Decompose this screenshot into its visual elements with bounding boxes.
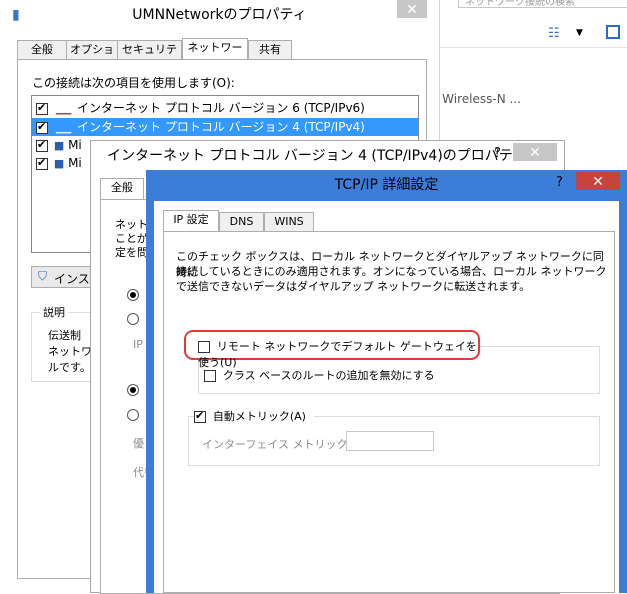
preview-pane-icon[interactable] bbox=[606, 25, 620, 39]
props-titlebar: ▮ UMNNetworkのプロパティ ✕ bbox=[0, 0, 439, 32]
help-icon[interactable]: ? bbox=[556, 168, 563, 198]
shield-icon: ⛉ bbox=[38, 269, 48, 283]
disable-class-route-label: クラス ベースのルートの追加を無効にする bbox=[222, 369, 435, 382]
protocol-icon: ▁▁ bbox=[55, 104, 72, 115]
auto-metric-checkbox[interactable] bbox=[194, 409, 206, 423]
tab-general[interactable]: 全般 bbox=[100, 178, 144, 200]
tab-general[interactable]: 全般 bbox=[17, 40, 67, 60]
tab-label: WINS bbox=[274, 215, 304, 228]
description-header: 説明 bbox=[40, 304, 68, 320]
description-line: ルです。 bbox=[48, 361, 91, 374]
props-title: UMNNetworkのプロパティ bbox=[132, 7, 307, 23]
interface-metric-input[interactable] bbox=[346, 431, 434, 451]
ip-settings-panel: このチェック ボックスは、ローカル ネットワークとダイヤルアップ ネットワークに… bbox=[163, 231, 615, 593]
chevron-down-icon[interactable]: ▼ bbox=[576, 28, 583, 38]
tcpip-advanced-window: TCP/IP 詳細設定 ? ✕ IP 設定 DNS WINS このチェック ボッ… bbox=[146, 170, 627, 593]
toolbar: ☷ ▼ bbox=[430, 22, 627, 48]
interface-metric-label: インターフェイス メトリック(N): bbox=[202, 438, 369, 451]
search-box[interactable]: ネットワーク接続の検索 bbox=[458, 0, 627, 8]
ipv4-titlebar: インターネット プロトコル バージョン 4 (TCP/IPv4)のプロパティ ?… bbox=[91, 141, 564, 171]
help-icon[interactable]: ? bbox=[494, 139, 501, 169]
view-options-icon[interactable]: ☷ bbox=[548, 26, 560, 41]
item-label: インターネット プロトコル バージョン 6 (TCP/IPv6) bbox=[77, 101, 365, 115]
auto-metric-label: 自動メトリック(A) bbox=[212, 410, 306, 423]
search-placeholder: ネットワーク接続の検索 bbox=[465, 0, 575, 8]
tab-sharing[interactable]: 共有 bbox=[248, 40, 292, 60]
tab-label: 共有 bbox=[259, 43, 281, 56]
item-checkbox[interactable] bbox=[36, 138, 48, 152]
network-icon: ▮ bbox=[12, 7, 20, 23]
description-line: で送信できないデータはダイヤルアップ ネットワークに転送されます。 bbox=[176, 280, 531, 293]
list-item[interactable]: ■ Mi bbox=[36, 138, 86, 156]
tab-options[interactable]: オプション bbox=[66, 40, 118, 74]
tab-label: 全般 bbox=[31, 43, 53, 56]
list-item-selected[interactable]: ▁▁ インターネット プロトコル バージョン 4 (TCP/IPv4) bbox=[32, 118, 418, 136]
item-label: インターネット プロトコル バージョン 4 (TCP/IPv4) bbox=[77, 120, 365, 134]
tab-network[interactable]: ネットワーク bbox=[182, 38, 248, 72]
close-icon: ✕ bbox=[592, 174, 604, 190]
item-checkbox[interactable] bbox=[36, 120, 48, 134]
description-line: 接続しているときにのみ適用されます。オンになっている場合、ローカル ネットワーク bbox=[176, 265, 607, 278]
tab-security[interactable]: セキュリティ bbox=[117, 40, 182, 74]
tab-label: IP 設定 bbox=[173, 213, 209, 226]
manual-ip-radio[interactable] bbox=[127, 313, 139, 325]
client-icon: ■ bbox=[53, 157, 65, 170]
default-gateway-row[interactable]: リモート ネットワークでデフォルト ゲートウェイを使う(U) bbox=[198, 338, 478, 369]
manual-dns-radio[interactable] bbox=[127, 409, 139, 421]
auto-ip-radio[interactable] bbox=[127, 289, 139, 301]
disable-class-route-row[interactable]: クラス ベースのルートの追加を無効にする bbox=[204, 367, 444, 383]
list-item[interactable]: ■ Mi bbox=[36, 156, 86, 174]
adapter-text-2: R Wireless-N ... bbox=[430, 92, 521, 106]
disable-class-route-checkbox[interactable] bbox=[204, 369, 216, 382]
auto-dns-radio[interactable] bbox=[127, 384, 139, 396]
tab-label: 全般 bbox=[111, 181, 133, 194]
adv-client-area: IP 設定 DNS WINS このチェック ボックスは、ローカル ネットワークと… bbox=[154, 201, 619, 593]
protocol-icon: ▁▁ bbox=[55, 123, 72, 134]
preferred-dns-fragment: 優 bbox=[133, 437, 144, 450]
adv-close-button[interactable]: ✕ bbox=[576, 172, 620, 190]
tab-ip-settings[interactable]: IP 設定 bbox=[163, 210, 219, 232]
props-close-button[interactable]: ✕ bbox=[397, 0, 427, 18]
close-icon: ✕ bbox=[529, 145, 541, 161]
install-label: インス bbox=[54, 272, 90, 286]
item-checkbox[interactable] bbox=[36, 101, 48, 115]
ipv4-close-button[interactable]: ✕ bbox=[513, 143, 557, 161]
client-icon: ■ bbox=[53, 139, 65, 152]
close-icon: ✕ bbox=[406, 2, 418, 18]
adv-titlebar: TCP/IP 詳細設定 ? ✕ bbox=[146, 170, 627, 202]
item-checkbox[interactable] bbox=[36, 156, 48, 170]
ip-fragment: IP bbox=[133, 338, 143, 351]
auto-metric-row[interactable]: 自動メトリック(A) bbox=[194, 408, 314, 424]
default-gateway-checkbox[interactable] bbox=[198, 340, 210, 353]
items-label: この接続は次の項目を使用します(O): bbox=[32, 76, 235, 90]
ipv4-title: インターネット プロトコル バージョン 4 (TCP/IPv4)のプロパティ bbox=[107, 148, 526, 164]
list-item[interactable]: ▁▁ インターネット プロトコル バージョン 6 (TCP/IPv6) bbox=[36, 99, 416, 117]
tab-wins[interactable]: WINS bbox=[264, 212, 314, 232]
tab-label: DNS bbox=[229, 215, 254, 228]
item-label: Mi bbox=[68, 138, 82, 152]
left-fragment: 定を問 bbox=[115, 246, 148, 259]
item-label: Mi bbox=[68, 156, 82, 170]
tab-dns[interactable]: DNS bbox=[219, 212, 264, 232]
description-line: 伝送制 bbox=[48, 329, 81, 342]
adv-title: TCP/IP 詳細設定 bbox=[334, 177, 439, 193]
